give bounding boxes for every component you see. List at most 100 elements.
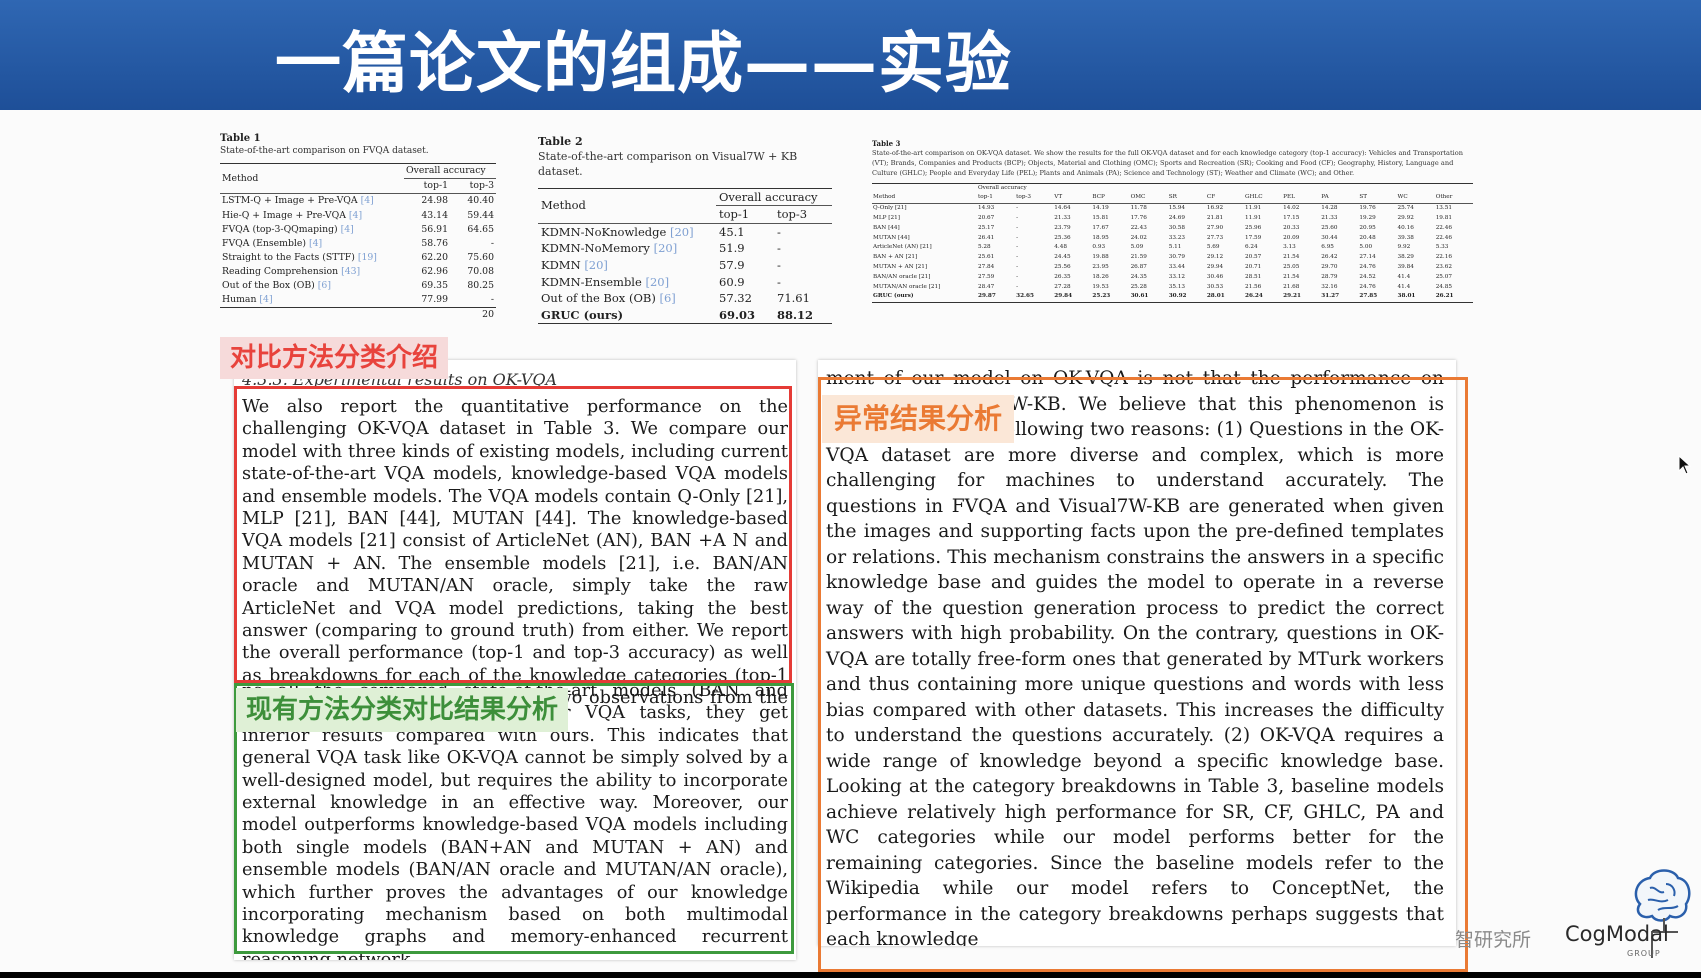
column-header-top-1: top-1 [404,178,450,195]
table-row-partial: 20 [220,308,496,323]
top1-cell: 24.98 [421,195,448,207]
method-name: KDMN-Ensemble [541,274,642,289]
value-cell: 25.36 [1054,234,1071,241]
citation-link: [4] [308,237,323,249]
value-cell: 24.76 [1359,283,1376,290]
column-header-top-1: top-1 [716,205,774,224]
method-name: KDMN-NoKnowledge [541,224,667,239]
column-header-overall-accuracy: Overall accuracy [404,163,496,180]
value-cell: 29.84 [1053,292,1092,304]
value-cell: 27.14 [1359,254,1376,261]
method-cell: MUTAN/AN oracle [21] [873,283,941,290]
value-cell: 25.05 [1283,264,1300,271]
column-header-method: Method [538,188,716,224]
value-cell: - [1016,273,1019,280]
value-cell: 27.90 [1206,224,1224,231]
column-header-other: Other [1434,193,1473,205]
value-cell: 28.47 [978,283,995,290]
value-cell: 15.81 [1092,215,1109,222]
paragraph-anomaly-analysis: ment of our model on OK-VQA is not that … [826,368,1444,946]
value-cell: 31.27 [1320,292,1359,304]
value-cell: 41.4 [1397,283,1411,290]
spacer-cell [1435,183,1473,193]
method-name: FVQA (Ensemble) [222,237,306,249]
value-cell: 4.48 [1054,244,1067,251]
label-method-intro: 对比方法分类介绍 [220,337,449,379]
value-cell: 25.60 [1321,224,1338,231]
value-cell: 28.01 [1205,292,1244,304]
table-3-grid: Overall accuracy Method top-1 top-3 VT BCP OMC… [872,182,1473,304]
value-cell: 20.71 [1244,264,1262,271]
value-cell: 19.76 [1359,205,1376,212]
method-cell: MUTAN [44] [873,234,910,241]
table-row: MUTAN/AN oracle [21] 28.47 - 27.28 19.53 25.2… [872,283,1473,293]
value-cell: 5.69 [1206,244,1220,251]
value-cell: 14.02 [1283,205,1300,212]
top3-cell: - [777,241,781,256]
value-cell: 25.56 [1054,264,1071,271]
top3-cell: 80.25 [467,280,494,291]
value-cell: 25.74 [1397,205,1414,212]
spacer-cell [1053,183,1091,193]
value-cell: - [1016,224,1019,231]
method-cell: LSTM-Q + Image + Pre-VQA [4] [220,194,404,209]
value-cell: 33.44 [1168,264,1185,271]
value-cell: 24.02 [1130,234,1147,241]
value-cell: 21.56 [1244,283,1262,290]
value-cell: 30.46 [1206,273,1224,280]
value-cell: 18.26 [1092,273,1109,280]
value-cell: 27.84 [978,264,995,271]
spacer-cell [1320,183,1358,193]
slide-header: 一篇论文的组成——实验 [0,0,1701,110]
value-cell: 23.95 [1092,264,1109,271]
value-cell: 24.35 [1130,273,1147,280]
column-header-overall-accuracy: Overall accuracy [978,184,1027,191]
table-row: KDMN [20] 57.9- [538,257,832,274]
value-cell: 30.61 [1129,292,1168,304]
value-cell: 20.48 [1359,234,1376,241]
table-row: Q-Only [21] 14.93 - 14.64 14.19 11.78 15.94 16.… [872,204,1473,214]
value-cell: 17.76 [1130,215,1147,222]
top1-cell: 57.9 [719,258,745,273]
value-cell: 14.28 [1321,205,1338,212]
column-header-method: Method [220,163,404,195]
value-cell: 41.4 [1397,273,1411,280]
top1-cell: 69.03 [716,306,774,325]
method-cell: KDMN [20] [538,257,716,274]
value-cell: 5.33 [1435,244,1449,251]
value-cell: 24.76 [1359,264,1376,271]
method-name: Out of the Box (OB) [541,291,656,306]
value-cell: 6.95 [1321,244,1334,251]
method-name: KDMN-NoMemory [541,241,650,256]
spacer-cell [1244,183,1282,193]
column-header-vt: VT [1053,193,1092,205]
citation-link: [20] [653,241,678,256]
top3-cell: 88.12 [774,306,832,325]
top3-cell: - [777,224,781,239]
column-header-cf: CF [1205,193,1244,205]
top1-cell: 56.91 [421,223,448,235]
method-cell: FVQA (Ensemble) [4] [220,237,404,251]
value-cell: 26.41 [978,234,995,241]
value-cell: 38.29 [1397,254,1414,261]
column-header-top-3: top-3 [774,205,832,224]
table-row: BAN + AN [21] 25.61 - 24.45 19.88 21.59 30.79 2… [872,253,1473,263]
method-cell: MLP [21] [873,215,900,222]
citation-link: [4] [348,209,363,221]
table-3-label: Table 3 [872,139,901,148]
value-cell: 29.92 [1397,215,1414,222]
citation-link: [20] [645,274,670,289]
value-cell: - [1016,283,1019,290]
value-cell: 40.16 [1397,224,1414,231]
value-cell: 5.00 [1359,244,1373,251]
top3-cell: 75.60 [467,251,494,263]
top3-cell: 64.65 [467,223,494,235]
label-anomaly-analysis: 异常结果分析 [822,395,1015,443]
value-cell: 25.96 [1244,224,1262,231]
column-header-wc: WC [1396,193,1435,205]
value-cell: 21.59 [1130,254,1147,261]
value-cell: 21.68 [1283,283,1300,290]
value-cell: 21.33 [1054,215,1071,222]
table-1: Table 1 State-of-the-art comparison on F… [220,133,496,322]
table-row: LSTM-Q + Image + Pre-VQA [4] 24.98 40.40 [220,194,496,209]
